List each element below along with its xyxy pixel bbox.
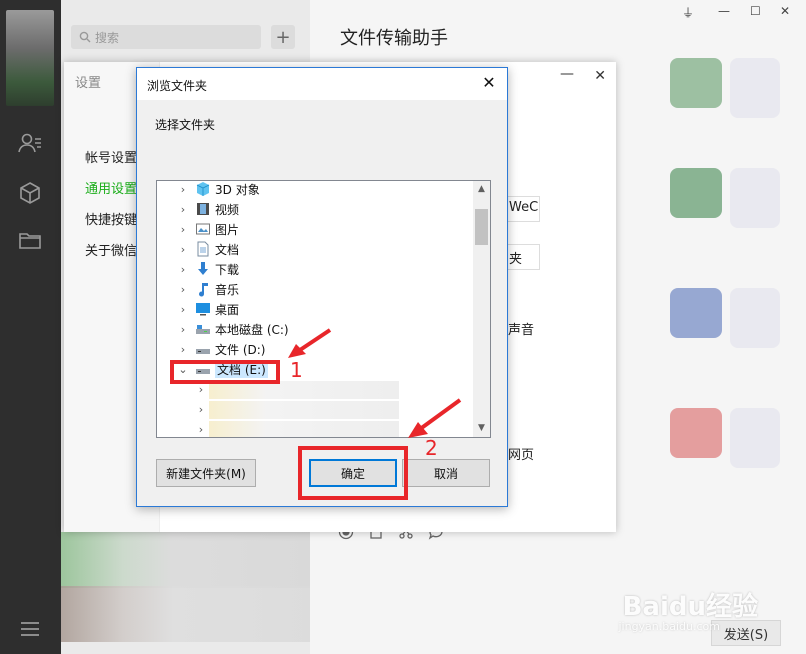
expand-arrow-icon[interactable]: › — [177, 263, 189, 276]
3d-objects-icon — [195, 181, 211, 197]
settings-minimize-button[interactable]: — — [560, 66, 574, 82]
cancel-button[interactable]: 取消 — [402, 459, 490, 487]
search-input[interactable]: 搜索 — [71, 25, 261, 49]
file-card[interactable] — [730, 58, 780, 118]
tree-item-label: 3D 对象 — [215, 182, 260, 197]
tree-item-videos[interactable]: › 视频 — [157, 199, 473, 219]
webpage-option-label: 网页 — [508, 448, 535, 463]
expand-arrow-icon[interactable]: › — [195, 383, 207, 396]
folder-icon[interactable] — [17, 227, 43, 253]
annotation-arrow-1 — [288, 328, 332, 358]
tree-item-label: 桌面 — [215, 302, 240, 317]
dialog-close-button[interactable]: ✕ — [479, 73, 499, 93]
highlight-box-step2 — [298, 446, 408, 500]
tree-item-label: 文件 (D:) — [215, 342, 266, 357]
documents-icon — [195, 241, 211, 257]
expand-arrow-icon[interactable]: › — [177, 323, 189, 336]
expand-arrow-icon[interactable]: › — [177, 303, 189, 316]
annotation-arrow-2 — [408, 398, 462, 438]
expand-arrow-icon[interactable]: › — [177, 223, 189, 236]
step-number-1: 1 — [290, 358, 303, 382]
close-button[interactable]: ✕ — [780, 4, 790, 18]
expand-arrow-icon[interactable]: › — [177, 243, 189, 256]
expand-arrow-icon[interactable]: › — [177, 203, 189, 216]
tree-item-music[interactable]: › 音乐 — [157, 279, 473, 299]
tree-item-downloads[interactable]: › 下载 — [157, 259, 473, 279]
contacts-icon[interactable] — [17, 130, 43, 156]
scroll-thumb[interactable] — [475, 209, 488, 245]
send-button[interactable]: 发送(S) — [711, 620, 781, 646]
blurred-subfolder — [209, 401, 399, 419]
settings-close-button[interactable]: ✕ — [594, 68, 606, 84]
avatar[interactable] — [6, 10, 54, 106]
scroll-down-icon[interactable]: ▼ — [473, 420, 490, 437]
list-item[interactable] — [61, 532, 310, 588]
file-card[interactable] — [730, 288, 780, 348]
highlight-box-step1 — [170, 360, 280, 384]
video-icon — [195, 201, 211, 217]
tree-item-pictures[interactable]: › 图片 — [157, 219, 473, 239]
blurred-subfolder — [209, 421, 399, 437]
dialog-titlebar: 浏览文件夹 ✕ — [137, 68, 507, 100]
chat-title: 文件传输助手 — [340, 28, 448, 49]
file-thumbnail[interactable] — [670, 408, 722, 458]
pictures-icon — [195, 221, 211, 237]
list-item[interactable] — [61, 586, 310, 642]
add-chat-button[interactable]: + — [271, 25, 295, 49]
tree-item-desktop[interactable]: › 桌面 — [157, 299, 473, 319]
tree-item-label: 音乐 — [215, 282, 240, 297]
expand-arrow-icon[interactable]: › — [177, 183, 189, 196]
file-card[interactable] — [730, 168, 780, 228]
search-placeholder: 搜索 — [95, 30, 120, 45]
download-icon — [195, 261, 211, 277]
file-thumbnail[interactable] — [670, 288, 722, 338]
drive-icon — [195, 341, 211, 357]
settings-title: 设置 — [75, 76, 102, 91]
dialog-title: 浏览文件夹 — [147, 79, 208, 93]
tree-item-label: 文档 — [215, 242, 240, 257]
expand-arrow-icon[interactable]: › — [195, 423, 207, 436]
tree-item-label: 图片 — [215, 222, 240, 237]
baidu-watermark: Baidu经验 — [622, 592, 758, 622]
minimize-button[interactable]: — — [718, 4, 730, 18]
expand-arrow-icon[interactable]: › — [177, 343, 189, 356]
file-card[interactable] — [730, 408, 780, 468]
desktop-icon — [195, 301, 211, 317]
file-thumbnail[interactable] — [670, 168, 722, 218]
search-icon — [79, 31, 91, 43]
baidu-watermark-url: jingyan.baidu.com — [618, 620, 720, 633]
local-disk-icon — [195, 321, 211, 337]
maximize-button[interactable]: ☐ — [750, 4, 761, 18]
music-icon — [195, 281, 211, 297]
tree-scrollbar[interactable]: ▲ ▼ — [473, 181, 490, 437]
expand-arrow-icon[interactable]: › — [195, 403, 207, 416]
cube-icon[interactable] — [17, 180, 43, 206]
dialog-prompt: 选择文件夹 — [155, 118, 216, 132]
file-thumbnail[interactable] — [670, 58, 722, 108]
new-folder-button[interactable]: 新建文件夹(M) — [156, 459, 256, 487]
browse-folder-dialog: 浏览文件夹 ✕ 选择文件夹 › 3D 对象 › 视频 › 图片 › 文档 › 下… — [136, 67, 508, 507]
change-folder-button[interactable]: 夹 — [504, 244, 540, 270]
tree-item-3d-objects[interactable]: › 3D 对象 — [157, 181, 473, 199]
scroll-up-icon[interactable]: ▲ — [473, 181, 490, 198]
file-path-field[interactable]: WeC — [504, 196, 540, 222]
tree-item-documents[interactable]: › 文档 — [157, 239, 473, 259]
tree-item-label: 本地磁盘 (C:) — [215, 322, 289, 337]
tree-item-label: 视频 — [215, 202, 240, 217]
sound-option-label: 声音 — [508, 323, 535, 338]
pin-icon[interactable]: ⏚ — [682, 4, 694, 21]
menu-icon[interactable] — [17, 616, 43, 642]
sidebar-rail — [0, 0, 61, 654]
expand-arrow-icon[interactable]: › — [177, 283, 189, 296]
tree-item-label: 下载 — [215, 262, 240, 277]
